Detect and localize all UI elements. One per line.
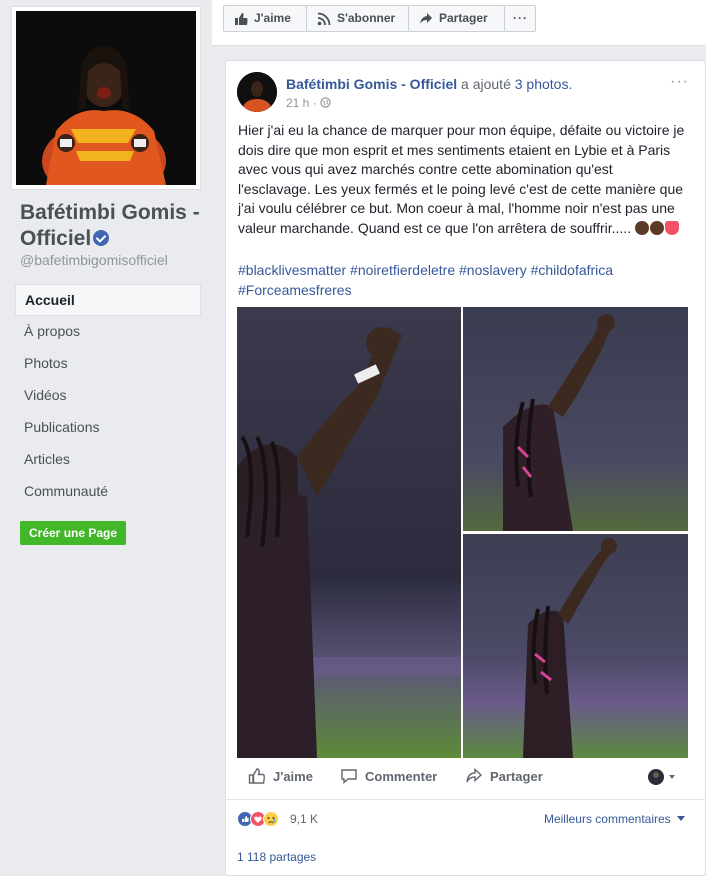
comment-bubble-icon bbox=[341, 769, 357, 785]
nav-item-photos[interactable]: Photos bbox=[15, 348, 201, 380]
profile-picture-frame[interactable] bbox=[11, 6, 201, 190]
nav-item-accueil[interactable]: Accueil bbox=[15, 284, 201, 316]
caret-down-icon bbox=[677, 816, 685, 821]
page-like-button[interactable]: J'aime bbox=[223, 5, 307, 32]
page-title[interactable]: Bafétimbi Gomis - Officiel bbox=[20, 200, 210, 252]
avatar-dropdown-icon bbox=[648, 769, 675, 785]
thumbs-up-icon bbox=[235, 13, 248, 25]
reaction-icons[interactable] bbox=[237, 811, 287, 832]
post-share-button[interactable]: Partager bbox=[466, 767, 543, 784]
photo-grid bbox=[237, 307, 688, 758]
comment-button[interactable]: Commenter bbox=[341, 769, 438, 785]
page-action-bar: J'aime S'abonner Partager ··· bbox=[212, 0, 706, 46]
create-page-button[interactable]: Créer une Page bbox=[20, 521, 127, 545]
page-username[interactable]: @bafetimbigomisofficiel bbox=[20, 252, 168, 268]
post-options-button[interactable]: ··· bbox=[670, 73, 689, 91]
page-like-label: J'aime bbox=[254, 11, 291, 25]
reactions-bar: 9,1 K Meilleurs commentaires bbox=[226, 799, 705, 835]
subscribe-label: S'abonner bbox=[337, 11, 396, 25]
share-count[interactable]: 1 118 partages bbox=[237, 850, 316, 864]
photos-link[interactable]: 3 photos. bbox=[515, 76, 573, 92]
comment-sort-label: Meilleurs commentaires bbox=[543, 812, 671, 826]
share-arrow-icon bbox=[420, 13, 432, 24]
page-nav: Accueil À propos Photos Vidéos Publicati… bbox=[15, 284, 201, 508]
post-header: Bafétimbi Gomis - Officiel a ajouté 3 ph… bbox=[286, 76, 572, 92]
page-sidebar: Bafétimbi Gomis - Officiel @bafetimbigom… bbox=[0, 0, 212, 876]
nav-item-publications[interactable]: Publications bbox=[15, 412, 201, 444]
profile-picture[interactable] bbox=[16, 11, 196, 185]
reaction-count[interactable]: 9,1 K bbox=[290, 812, 318, 826]
raised-fist-emoji-icon bbox=[649, 220, 664, 235]
page-share-button[interactable]: Partager bbox=[408, 5, 505, 32]
post-message-text: Hier j'ai eu la chance de marquer pour m… bbox=[238, 122, 685, 236]
post-like-button[interactable]: J'aime bbox=[248, 768, 313, 784]
nav-item-communaute[interactable]: Communauté bbox=[15, 476, 201, 508]
globe-icon bbox=[320, 97, 331, 108]
post-photo-3[interactable] bbox=[463, 534, 688, 758]
share-arrow-icon bbox=[466, 767, 483, 783]
post-as-selector[interactable] bbox=[647, 768, 679, 791]
reactions-icon bbox=[237, 811, 279, 827]
post-actions: J'aime Commenter Partager bbox=[237, 763, 687, 793]
nav-item-videos[interactable]: Vidéos bbox=[15, 380, 201, 412]
page-title-text[interactable]: Bafétimbi Gomis - Officiel bbox=[20, 201, 200, 250]
subscribe-button[interactable]: S'abonner bbox=[306, 5, 409, 32]
post-action-text: a ajouté bbox=[461, 76, 511, 92]
broken-heart-emoji-icon bbox=[664, 220, 679, 235]
comment-sort-dropdown[interactable]: Meilleurs commentaires bbox=[544, 812, 685, 826]
nav-item-a-propos[interactable]: À propos bbox=[15, 316, 201, 348]
verified-badge-icon bbox=[93, 230, 110, 246]
raised-fist-emoji-icon bbox=[634, 220, 649, 235]
post-photo-1[interactable] bbox=[237, 307, 461, 758]
rss-icon bbox=[317, 12, 331, 26]
post-timestamp[interactable]: 21 h · bbox=[286, 96, 331, 110]
page-share-label: Partager bbox=[439, 11, 488, 25]
post-hashtags[interactable]: #blacklivesmatter #noiretfierdeletre #no… bbox=[238, 261, 688, 300]
post-share-label: Partager bbox=[490, 769, 543, 784]
post-card: Bafétimbi Gomis - Officiel a ajouté 3 ph… bbox=[225, 60, 706, 876]
post-author-link[interactable]: Bafétimbi Gomis - Officiel bbox=[286, 76, 457, 92]
comment-label: Commenter bbox=[365, 769, 438, 784]
thumbs-up-icon bbox=[248, 768, 265, 784]
nav-item-articles[interactable]: Articles bbox=[15, 444, 201, 476]
more-options-button[interactable]: ··· bbox=[504, 5, 536, 32]
post-like-label: J'aime bbox=[273, 769, 313, 784]
post-time[interactable]: 21 h bbox=[286, 96, 309, 110]
author-avatar[interactable] bbox=[237, 72, 277, 112]
post-message: Hier j'ai eu la chance de marquer pour m… bbox=[238, 121, 688, 238]
post-photo-2[interactable] bbox=[463, 307, 688, 531]
